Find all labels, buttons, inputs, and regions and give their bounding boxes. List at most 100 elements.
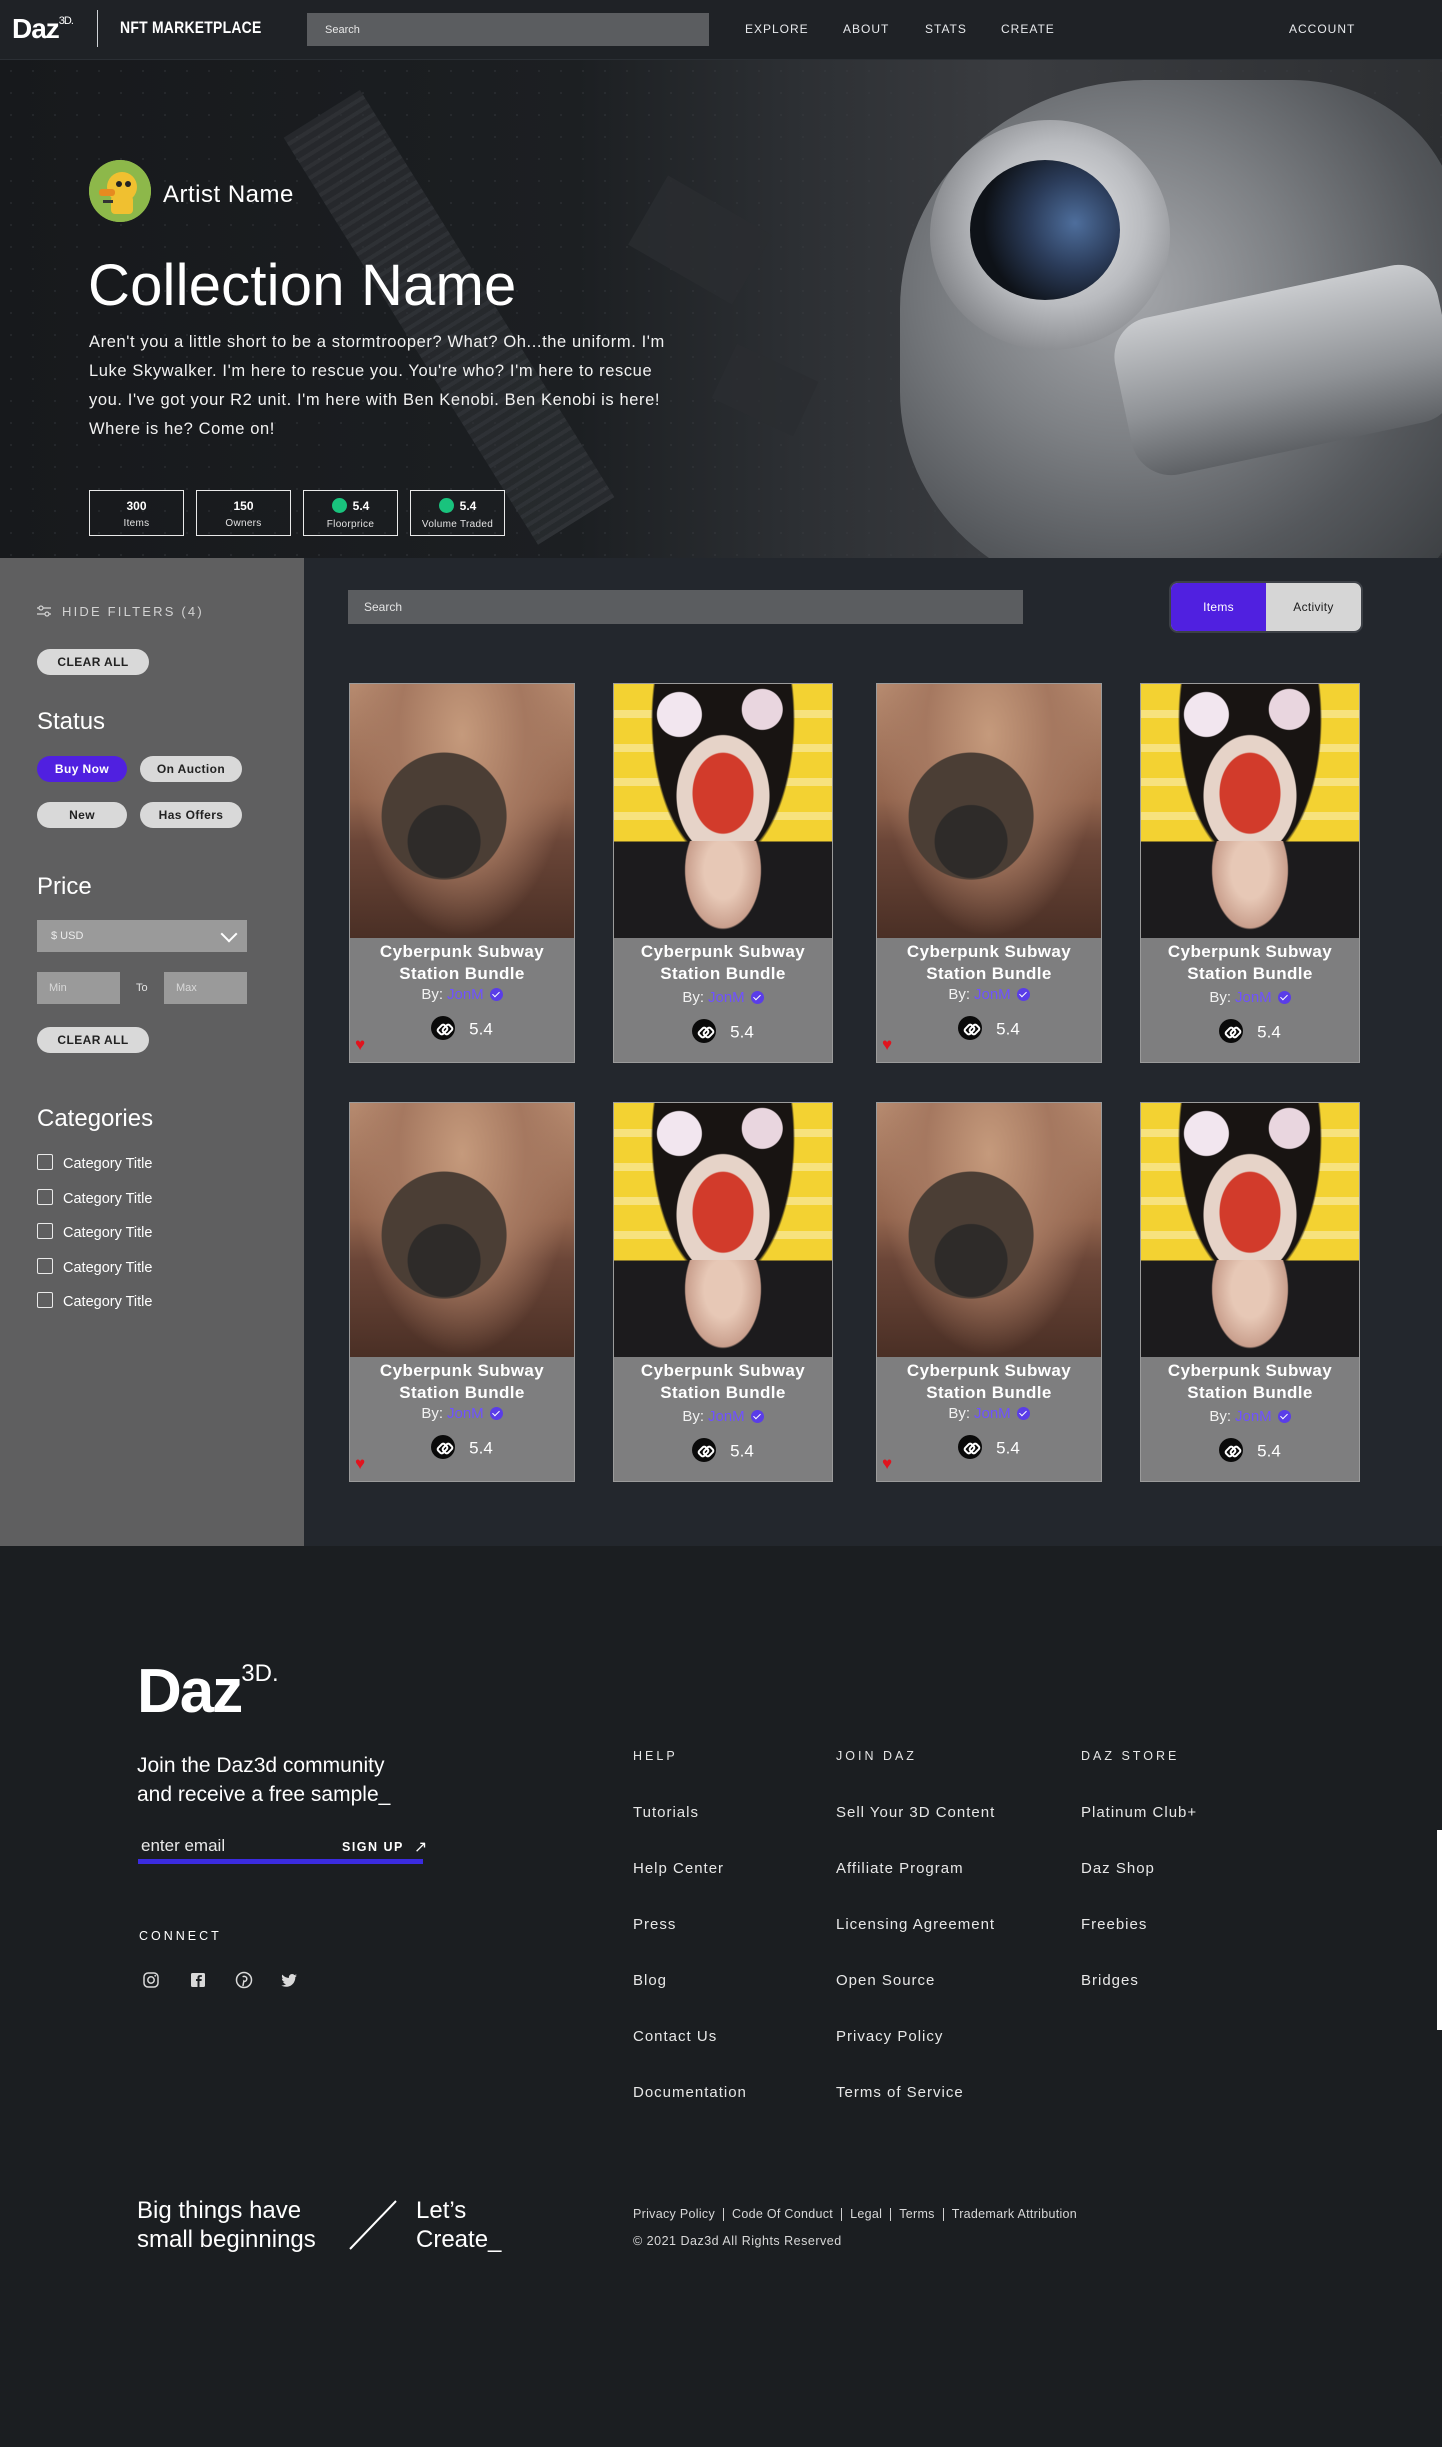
- nft-card[interactable]: Cyberpunk Subway Station Bundle By: JonM 5.…: [1140, 683, 1360, 1063]
- nft-title[interactable]: Cyberpunk Subway Station Bundle: [614, 941, 832, 985]
- nft-title[interactable]: Cyberpunk Subway Station Bundle: [1141, 1360, 1359, 1404]
- nft-title[interactable]: Cyberpunk Subway Station Bundle: [877, 941, 1101, 985]
- nft-title[interactable]: Cyberpunk Subway Station Bundle: [350, 941, 574, 985]
- newsletter-email-input[interactable]: [138, 1834, 308, 1858]
- creator-link[interactable]: JonM: [708, 989, 745, 1006]
- legal-link-privacy-policy[interactable]: Privacy Policy: [633, 2207, 715, 2221]
- verified-badge-icon: [489, 987, 503, 1001]
- artist-avatar[interactable]: [89, 160, 151, 222]
- clear-all-price-button[interactable]: CLEAR ALL: [37, 1027, 149, 1053]
- checkbox[interactable]: [37, 1189, 53, 1206]
- clear-all-filters-button[interactable]: CLEAR ALL: [37, 649, 149, 675]
- nft-card[interactable]: Cyberpunk Subway Station Bundle By: JonM 5.…: [1140, 1102, 1360, 1482]
- nft-title[interactable]: Cyberpunk Subway Station Bundle: [614, 1360, 832, 1404]
- creator-link[interactable]: JonM: [974, 1405, 1011, 1422]
- nav-link-explore[interactable]: EXPLORE: [745, 22, 809, 36]
- footer-link-affiliate-program[interactable]: Affiliate Program: [836, 1860, 964, 1877]
- nft-title[interactable]: Cyberpunk Subway Station Bundle: [1141, 941, 1359, 985]
- footer-link-press[interactable]: Press: [633, 1916, 676, 1933]
- nav-link-account[interactable]: ACCOUNT: [1289, 22, 1355, 36]
- footer-link-terms-of-service[interactable]: Terms of Service: [836, 2084, 964, 2101]
- nft-image[interactable]: [614, 1103, 832, 1357]
- currency-select[interactable]: $ USD: [37, 920, 247, 952]
- footer-link-daz-shop[interactable]: Daz Shop: [1081, 1860, 1155, 1877]
- legal-link-trademark-attribution[interactable]: Trademark Attribution: [952, 2207, 1077, 2221]
- pinterest-icon[interactable]: [234, 1970, 254, 1990]
- price-max-input[interactable]: [164, 972, 247, 1004]
- items-search-input[interactable]: [348, 590, 1023, 624]
- eth-coin-icon: [692, 1019, 717, 1043]
- nft-card[interactable]: Cyberpunk Subway Station Bundle By: JonM 5.…: [876, 683, 1102, 1063]
- tab-items[interactable]: Items: [1171, 583, 1266, 631]
- status-has-offers[interactable]: Has Offers: [140, 802, 242, 828]
- nft-card[interactable]: Cyberpunk Subway Station Bundle By: JonM 5.…: [876, 1102, 1102, 1482]
- creator-link[interactable]: JonM: [708, 1408, 745, 1425]
- creator-link[interactable]: JonM: [974, 986, 1011, 1003]
- nav-search-input[interactable]: [307, 13, 709, 46]
- footer-link-privacy-policy[interactable]: Privacy Policy: [836, 2028, 943, 2045]
- creator-link[interactable]: JonM: [1235, 1408, 1272, 1425]
- footer-link-licensing-agreement[interactable]: Licensing Agreement: [836, 1916, 995, 1933]
- nft-title[interactable]: Cyberpunk Subway Station Bundle: [877, 1360, 1101, 1404]
- daz-logo[interactable]: Daz3D.: [12, 13, 74, 45]
- footer-link-blog[interactable]: Blog: [633, 1972, 667, 1989]
- price-min-input[interactable]: [37, 972, 120, 1004]
- nft-image[interactable]: [1141, 684, 1359, 938]
- nav-link-stats[interactable]: STATS: [925, 22, 967, 36]
- checkbox[interactable]: [37, 1223, 53, 1240]
- footer-link-platinum-club[interactable]: Platinum Club+: [1081, 1804, 1197, 1821]
- creator-link[interactable]: JonM: [447, 1405, 484, 1422]
- nft-title[interactable]: Cyberpunk Subway Station Bundle: [350, 1360, 574, 1404]
- status-buy-now[interactable]: Buy Now: [37, 756, 127, 782]
- footer-link-documentation[interactable]: Documentation: [633, 2084, 747, 2101]
- creator-link[interactable]: JonM: [1235, 989, 1272, 1006]
- footer-daz-logo[interactable]: Daz3D.: [137, 1656, 279, 1727]
- checkbox[interactable]: [37, 1154, 53, 1171]
- category-item[interactable]: Category Title: [37, 1223, 152, 1241]
- tagline-right: Let’s Create_: [416, 2197, 502, 2253]
- tab-activity[interactable]: Activity: [1266, 583, 1361, 631]
- legal-link-terms[interactable]: Terms: [899, 2207, 935, 2221]
- instagram-icon[interactable]: [141, 1970, 161, 1990]
- footer-link-open-source[interactable]: Open Source: [836, 1972, 935, 1989]
- nft-image[interactable]: [877, 684, 1101, 938]
- nft-image[interactable]: [1141, 1103, 1359, 1357]
- category-item[interactable]: Category Title: [37, 1258, 152, 1276]
- legal-link-code-of-conduct[interactable]: Code Of Conduct: [732, 2207, 833, 2221]
- status-new[interactable]: New: [37, 802, 127, 828]
- nft-image[interactable]: [350, 1103, 574, 1357]
- sign-up-button[interactable]: SIGN UP ↗: [342, 1836, 429, 1856]
- category-item[interactable]: Category Title: [37, 1189, 152, 1207]
- nft-card[interactable]: Cyberpunk Subway Station Bundle By: JonM 5.…: [613, 683, 833, 1063]
- hide-filters-toggle[interactable]: HIDE FILTERS (4): [36, 604, 204, 619]
- checkbox[interactable]: [37, 1258, 53, 1275]
- nft-card[interactable]: Cyberpunk Subway Station Bundle By: JonM 5.…: [613, 1102, 833, 1482]
- category-item[interactable]: Category Title: [37, 1154, 152, 1172]
- category-item[interactable]: Category Title: [37, 1292, 152, 1310]
- heart-icon[interactable]: ♥: [882, 1455, 898, 1472]
- heart-icon[interactable]: ♥: [355, 1455, 371, 1472]
- nft-image[interactable]: [350, 684, 574, 938]
- footer-link-bridges[interactable]: Bridges: [1081, 1972, 1139, 1989]
- footer-link-sell-content[interactable]: Sell Your 3D Content: [836, 1804, 995, 1821]
- nft-image[interactable]: [614, 684, 832, 938]
- creator-link[interactable]: JonM: [447, 986, 484, 1003]
- nft-image[interactable]: [877, 1103, 1101, 1357]
- legal-link-legal[interactable]: Legal: [850, 2207, 882, 2221]
- footer-link-contact-us[interactable]: Contact Us: [633, 2028, 717, 2045]
- heart-icon[interactable]: ♥: [355, 1036, 371, 1053]
- checkbox[interactable]: [37, 1292, 53, 1309]
- nav-link-about[interactable]: ABOUT: [843, 22, 889, 36]
- nft-card[interactable]: Cyberpunk Subway Station Bundle By: JonM 5.…: [349, 1102, 575, 1482]
- footer-link-freebies[interactable]: Freebies: [1081, 1916, 1147, 1933]
- status-on-auction[interactable]: On Auction: [140, 756, 242, 782]
- twitter-icon[interactable]: [280, 1970, 300, 1990]
- heart-icon[interactable]: ♥: [882, 1036, 898, 1053]
- artist-name[interactable]: Artist Name: [163, 181, 294, 209]
- footer-link-help-center[interactable]: Help Center: [633, 1860, 724, 1877]
- facebook-icon[interactable]: [188, 1970, 208, 1990]
- footer-link-tutorials[interactable]: Tutorials: [633, 1804, 699, 1821]
- nav-brand-title[interactable]: NFT MARKETPLACE: [120, 18, 262, 38]
- nft-card[interactable]: Cyberpunk Subway Station Bundle By: JonM 5.…: [349, 683, 575, 1063]
- nav-link-create[interactable]: CREATE: [1001, 22, 1055, 36]
